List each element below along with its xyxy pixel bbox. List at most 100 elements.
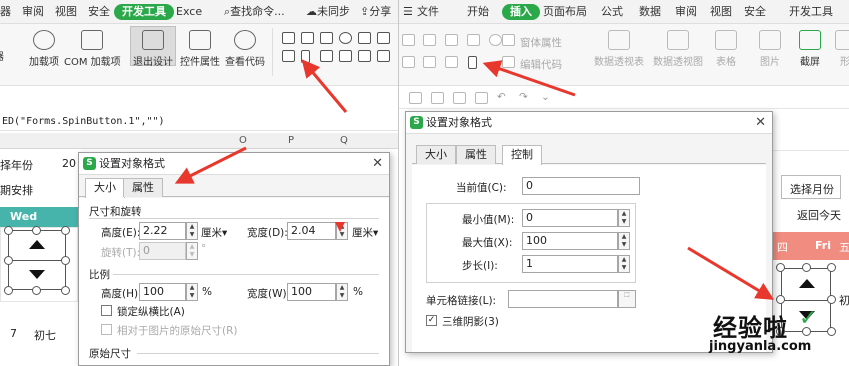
sync-status[interactable]: ☁未同步 bbox=[306, 4, 350, 20]
export-icon[interactable] bbox=[475, 92, 488, 104]
scrollbar-control-icon[interactable] bbox=[282, 50, 295, 62]
resize-handle[interactable] bbox=[802, 263, 811, 272]
rotate-spinner[interactable]: ▲ ▼ bbox=[186, 242, 198, 260]
control-icon[interactable] bbox=[489, 34, 502, 46]
search-command[interactable]: ⌕查找命令... bbox=[224, 4, 285, 20]
textbox-control-icon[interactable] bbox=[301, 32, 314, 44]
tab-size[interactable]: 大小 bbox=[85, 178, 125, 198]
cell-picker-icon[interactable]: ⬚ bbox=[618, 290, 636, 308]
menu-page-layout[interactable]: 页面布局 bbox=[543, 4, 587, 20]
form-properties-label[interactable]: 窗体属性 bbox=[520, 35, 562, 50]
resize-handle[interactable] bbox=[827, 327, 836, 336]
tab-size[interactable]: 大小 bbox=[416, 145, 456, 164]
tab-properties[interactable]: 属性 bbox=[123, 178, 163, 197]
toggle-control-icon[interactable] bbox=[377, 50, 390, 62]
listbox-control-icon[interactable] bbox=[358, 32, 371, 44]
rotate-field[interactable]: 0 bbox=[139, 242, 186, 260]
chevron-down-icon[interactable]: ⌄ bbox=[541, 91, 550, 103]
relative-original-checkbox[interactable] bbox=[101, 324, 112, 335]
spin-button-control-icon[interactable] bbox=[301, 50, 310, 63]
step-field[interactable]: 1 bbox=[522, 255, 618, 273]
min-value-field[interactable]: 0 bbox=[522, 209, 618, 227]
width-spinner[interactable]: ▲ ▼ bbox=[336, 222, 348, 240]
combobox-control-icon[interactable] bbox=[377, 32, 390, 44]
height-unit[interactable]: 厘米▾ bbox=[201, 225, 227, 240]
print-preview-icon[interactable] bbox=[431, 92, 444, 104]
control-icon[interactable] bbox=[423, 34, 436, 46]
screenshot-button[interactable]: 截屏 bbox=[795, 30, 825, 68]
lock-ratio-checkbox[interactable] bbox=[101, 305, 112, 316]
menu-security[interactable]: 安全 bbox=[88, 4, 110, 20]
menu-formulas[interactable]: 公式 bbox=[601, 4, 623, 20]
exit-design-button[interactable]: 退出设计 bbox=[130, 26, 176, 68]
radio-control-icon[interactable] bbox=[339, 32, 352, 44]
com-addins-button[interactable]: COM 加载项 bbox=[64, 30, 121, 68]
resize-handle[interactable] bbox=[61, 256, 70, 265]
menu-developer-tools[interactable]: 开发工具 bbox=[114, 4, 174, 20]
scale-width-spinner[interactable]: ▲ ▼ bbox=[336, 283, 348, 301]
ribbon-btn-partial[interactable]: 器 bbox=[0, 48, 4, 63]
resize-handle[interactable] bbox=[32, 226, 41, 235]
menu-view[interactable]: 视图 bbox=[710, 4, 732, 20]
image-control-icon[interactable] bbox=[339, 50, 352, 62]
cell-schedule[interactable]: 期安排 bbox=[0, 182, 33, 198]
resize-handle[interactable] bbox=[61, 226, 70, 235]
menu-home[interactable]: 开始 bbox=[467, 4, 489, 20]
spin-button-control-icon[interactable] bbox=[468, 56, 477, 69]
undo-icon[interactable]: ↶ bbox=[497, 91, 506, 103]
resize-handle[interactable] bbox=[4, 256, 13, 265]
resize-handle[interactable] bbox=[776, 295, 785, 304]
current-value-field[interactable]: 0 bbox=[522, 177, 640, 195]
resize-handle[interactable] bbox=[32, 286, 41, 295]
print-icon[interactable] bbox=[453, 92, 466, 104]
spin-down-arrow-icon[interactable] bbox=[29, 270, 45, 279]
formula-bar[interactable]: ED("Forms.SpinButton.1","") bbox=[0, 113, 398, 131]
pivot-table-button[interactable]: 数据透视表 bbox=[591, 30, 647, 68]
height-field[interactable]: 2.22 bbox=[139, 222, 186, 240]
control-icon[interactable] bbox=[467, 34, 480, 46]
control-icon[interactable] bbox=[402, 34, 415, 46]
scale-height-spinner[interactable]: ▲ ▼ bbox=[186, 283, 198, 301]
cell-lunar-day[interactable]: 初 bbox=[839, 292, 849, 308]
edit-code-label[interactable]: 编辑代码 bbox=[520, 57, 562, 72]
close-icon[interactable]: ✕ bbox=[372, 153, 383, 175]
button-control-icon[interactable] bbox=[320, 32, 333, 44]
menu-file[interactable]: 文件 bbox=[417, 4, 439, 20]
resize-handle[interactable] bbox=[827, 263, 836, 272]
menu-insert[interactable]: 插入 bbox=[502, 4, 540, 20]
resize-handle[interactable] bbox=[776, 263, 785, 272]
menu-view[interactable]: 视图 bbox=[55, 4, 77, 20]
tab-properties[interactable]: 属性 bbox=[456, 145, 496, 164]
hamburger-icon[interactable]: ☰ bbox=[403, 4, 413, 20]
control-icon[interactable] bbox=[445, 56, 458, 68]
width-field[interactable]: 2.04 bbox=[287, 222, 336, 240]
height-spinner[interactable]: ▲ ▼ bbox=[186, 222, 198, 240]
resize-handle[interactable] bbox=[4, 226, 13, 235]
cell-year-value[interactable]: 20 bbox=[62, 157, 76, 170]
cell-link-field[interactable] bbox=[508, 290, 618, 308]
cell-select-year[interactable]: 择年份 bbox=[0, 157, 33, 173]
menu-security[interactable]: 安全 bbox=[744, 4, 766, 20]
checkbox-control-icon[interactable] bbox=[282, 32, 295, 44]
redo-icon[interactable]: ↷ bbox=[519, 91, 528, 103]
select-month-button[interactable]: 选择月份 bbox=[781, 175, 841, 199]
spin-up-arrow-icon[interactable] bbox=[799, 279, 815, 288]
frame-control-icon[interactable] bbox=[358, 50, 371, 62]
tab-control[interactable]: 控制 bbox=[502, 145, 542, 165]
picture-button[interactable]: 图片 bbox=[755, 30, 785, 68]
max-value-spinner[interactable]: ▲ ▼ bbox=[618, 232, 630, 250]
max-value-field[interactable]: 100 bbox=[522, 232, 618, 250]
menu-item[interactable]: 器 bbox=[0, 4, 11, 20]
control-icon[interactable] bbox=[402, 56, 415, 68]
menu-review[interactable]: 审阅 bbox=[675, 4, 697, 20]
scale-width-field[interactable]: 100 bbox=[287, 283, 336, 301]
addins-button[interactable]: 加载项 bbox=[26, 30, 62, 68]
menu-developer-tools[interactable]: 开发工具 bbox=[789, 4, 833, 20]
menu-data[interactable]: 数据 bbox=[639, 4, 661, 20]
resize-handle[interactable] bbox=[4, 286, 13, 295]
step-spinner[interactable]: ▲ ▼ bbox=[618, 255, 630, 273]
menu-review[interactable]: 审阅 bbox=[22, 4, 44, 20]
view-code-button[interactable]: 查看代码 bbox=[224, 30, 266, 68]
width-unit[interactable]: 厘米▾ bbox=[352, 225, 378, 240]
resize-handle[interactable] bbox=[827, 295, 836, 304]
